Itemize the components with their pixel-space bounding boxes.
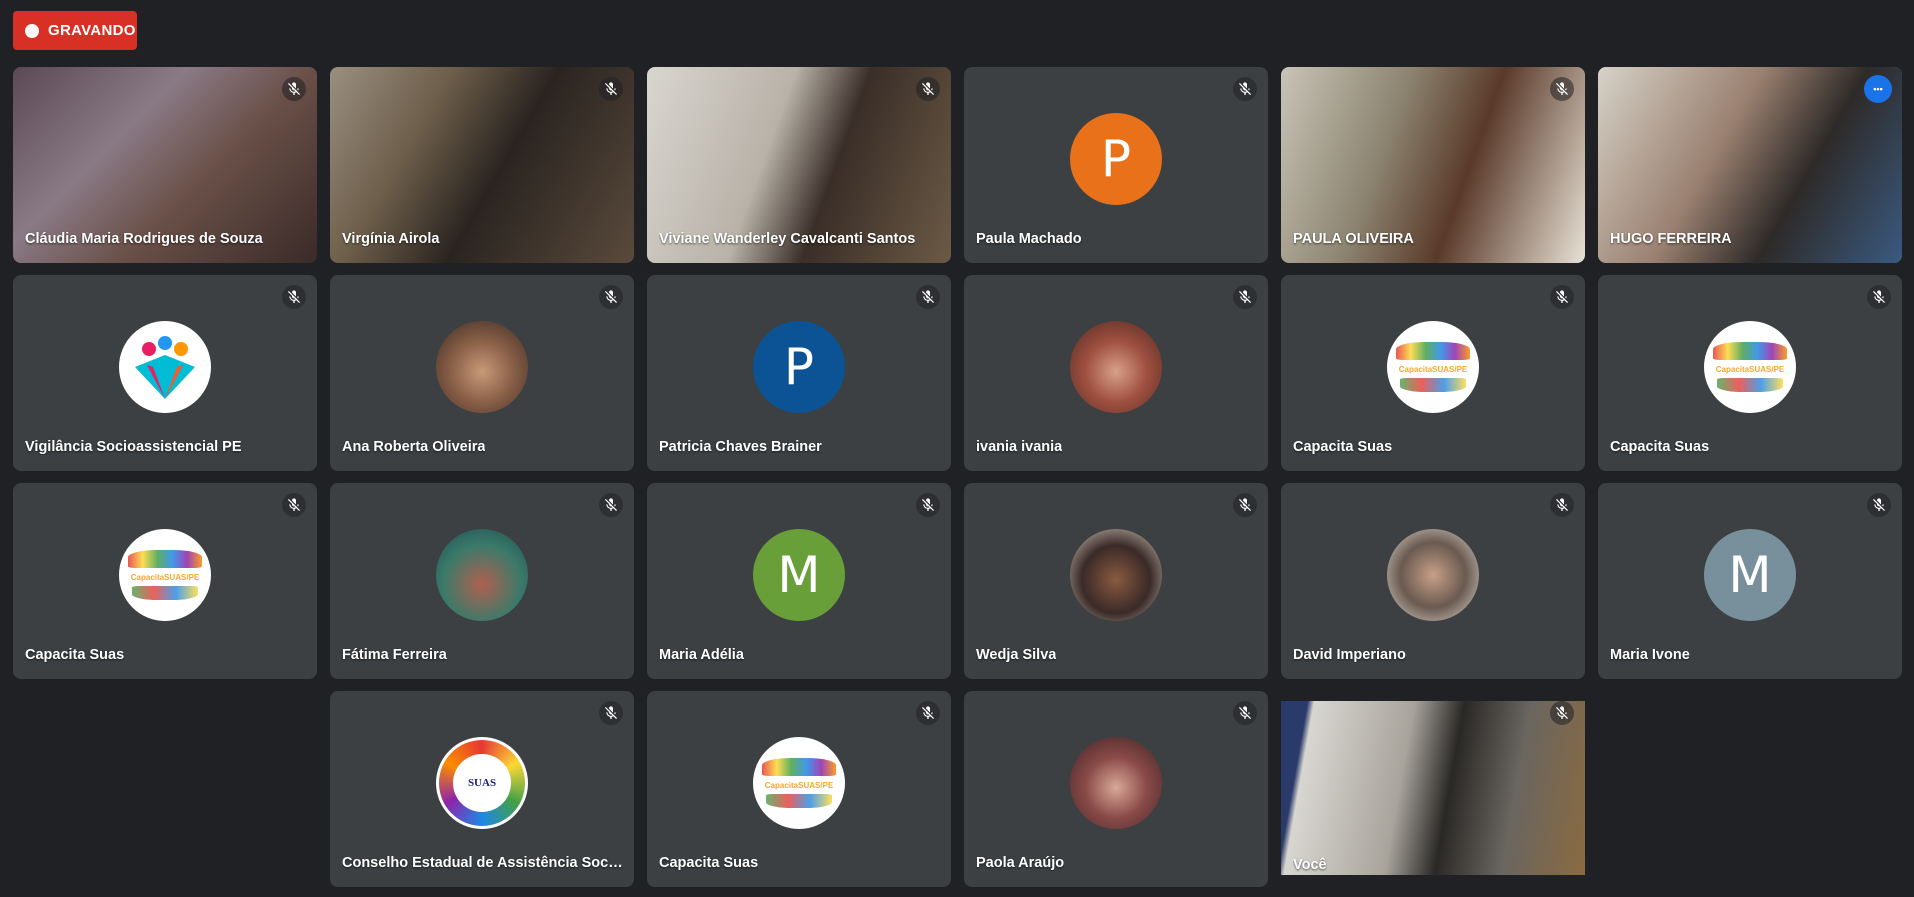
participant-tile-voce[interactable]: Você xyxy=(1281,691,1585,887)
participant-tile-conselho-estadual-de-assistencia-social[interactable]: SUAS Conselho Estadual de Assistência Soc… xyxy=(330,691,634,887)
participant-name: Paula Machado xyxy=(976,231,1082,247)
avatar-photo xyxy=(436,529,528,621)
participant-tile-maria-adelia[interactable]: M Maria Adélia xyxy=(647,483,951,679)
capacita-suas-logo: CapacitaSUAS/PE xyxy=(753,737,845,829)
participant-name: Fátima Ferreira xyxy=(342,647,447,663)
more-options-icon[interactable]: ••• xyxy=(1864,75,1892,103)
participant-name: Maria Ivone xyxy=(1610,647,1690,663)
participant-name: Capacita Suas xyxy=(659,855,759,871)
mic-off-icon xyxy=(599,701,623,725)
participant-name: Ana Roberta Oliveira xyxy=(342,439,486,455)
participant-tile-paula-machado[interactable]: P Paula Machado xyxy=(964,67,1268,263)
mic-off-icon xyxy=(1550,285,1574,309)
participant-name: Virgínia Airola xyxy=(342,231,440,247)
participant-tile-wedja-silva[interactable]: Wedja Silva xyxy=(964,483,1268,679)
participant-name: Cláudia Maria Rodrigues de Souza xyxy=(25,231,263,247)
participant-name: ivania ivania xyxy=(976,439,1063,455)
mic-off-icon xyxy=(916,77,940,101)
participant-name: Viviane Wanderley Cavalcanti Santos xyxy=(659,231,916,247)
participant-name: Capacita Suas xyxy=(25,647,125,663)
mic-off-icon xyxy=(282,493,306,517)
avatar-initial: P xyxy=(753,321,845,413)
participant-tile-patricia-chaves-brainer[interactable]: P Patricia Chaves Brainer xyxy=(647,275,951,471)
participant-tile-maria-ivone[interactable]: M Maria Ivone xyxy=(1598,483,1902,679)
capacita-suas-logo: CapacitaSUAS/PE xyxy=(119,529,211,621)
mic-off-icon xyxy=(1550,77,1574,101)
mic-off-icon xyxy=(599,493,623,517)
mic-off-icon xyxy=(1233,77,1257,101)
participant-name: Capacita Suas xyxy=(1610,439,1710,455)
participant-tile-hugo-ferreira[interactable]: HUGO FERREIRA ••• xyxy=(1598,67,1902,263)
capacita-suas-logo: CapacitaSUAS/PE xyxy=(1704,321,1796,413)
participant-tile-ana-roberta-oliveira[interactable]: Ana Roberta Oliveira xyxy=(330,275,634,471)
mic-off-icon xyxy=(1550,701,1574,725)
mic-off-icon xyxy=(1233,285,1257,309)
participant-name: Wedja Silva xyxy=(976,647,1057,663)
participant-tile-paola-araujo[interactable]: Paola Araújo xyxy=(964,691,1268,887)
participant-tile-capacita-suas[interactable]: CapacitaSUAS/PE Capacita Suas xyxy=(647,691,951,887)
self-video-feed xyxy=(1281,701,1585,875)
participant-tile-david-imperiano[interactable]: David Imperiano xyxy=(1281,483,1585,679)
mic-off-icon xyxy=(282,77,306,101)
participant-tile-capacita-suas[interactable]: CapacitaSUAS/PE Capacita Suas xyxy=(1281,275,1585,471)
mic-off-icon xyxy=(916,701,940,725)
mic-off-icon xyxy=(1867,493,1891,517)
participant-tile-capacita-suas[interactable]: CapacitaSUAS/PE Capacita Suas xyxy=(13,483,317,679)
participant-name: Capacita Suas xyxy=(1293,439,1393,455)
participant-tile-vigilancia-socioassistencial-pe[interactable]: Vigilância Socioassistencial PE xyxy=(13,275,317,471)
avatar-photo xyxy=(1387,529,1479,621)
avatar-initial: M xyxy=(753,529,845,621)
participant-name: PAULA OLIVEIRA xyxy=(1293,231,1414,247)
participant-tile-fatima-ferreira[interactable]: Fátima Ferreira xyxy=(330,483,634,679)
suas-logo: SUAS xyxy=(436,737,528,829)
mic-off-icon xyxy=(1233,701,1257,725)
avatar-photo xyxy=(1070,529,1162,621)
participant-name: Paola Araújo xyxy=(976,855,1065,871)
participant-tile-ivania-ivania[interactable]: ivania ivania xyxy=(964,275,1268,471)
participant-tile-virginia-airola[interactable]: Virgínia Airola xyxy=(330,67,634,263)
participant-name: Maria Adélia xyxy=(659,647,744,663)
avatar-photo xyxy=(1070,737,1162,829)
mic-off-icon xyxy=(282,285,306,309)
people-logo-icon xyxy=(119,321,211,413)
participant-tile-claudia-maria-rodrigues-de-souza[interactable]: Cláudia Maria Rodrigues de Souza xyxy=(13,67,317,263)
avatar-photo xyxy=(1070,321,1162,413)
participant-name: David Imperiano xyxy=(1293,647,1406,663)
mic-off-icon xyxy=(599,285,623,309)
capacita-suas-logo: CapacitaSUAS/PE xyxy=(1387,321,1479,413)
mic-off-icon xyxy=(916,493,940,517)
participant-name: Conselho Estadual de Assistência Social … xyxy=(342,855,624,871)
avatar-initial: M xyxy=(1704,529,1796,621)
mic-off-icon xyxy=(1867,285,1891,309)
avatar-initial: P xyxy=(1070,113,1162,205)
mic-off-icon xyxy=(1233,493,1257,517)
avatar-photo xyxy=(436,321,528,413)
participant-name: Patricia Chaves Brainer xyxy=(659,439,822,455)
mic-off-icon xyxy=(1550,493,1574,517)
participant-name: Vigilância Socioassistencial PE xyxy=(25,439,242,455)
mic-off-icon xyxy=(916,285,940,309)
mic-off-icon xyxy=(599,77,623,101)
participant-name: Você xyxy=(1293,857,1327,873)
participant-tile-paula-oliveira[interactable]: PAULA OLIVEIRA xyxy=(1281,67,1585,263)
participant-name: HUGO FERREIRA xyxy=(1610,231,1732,247)
participant-tile-capacita-suas[interactable]: CapacitaSUAS/PE Capacita Suas xyxy=(1598,275,1902,471)
participant-tile-viviane-wanderley-cavalcanti-santos[interactable]: Viviane Wanderley Cavalcanti Santos xyxy=(647,67,951,263)
participant-grid: Cláudia Maria Rodrigues de Souza Virgínia… xyxy=(0,0,1914,897)
